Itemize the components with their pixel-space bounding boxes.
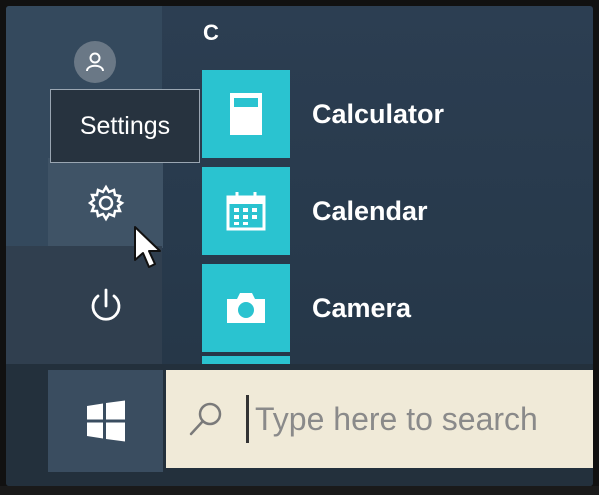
app-list: Calculator Calendar Camera [202, 70, 593, 376]
monitor-bezel [0, 486, 599, 495]
app-tile [202, 167, 290, 255]
windows-logo-icon [86, 400, 125, 442]
gear-icon [87, 184, 124, 222]
app-tile [202, 70, 290, 158]
app-item-camera[interactable]: Camera [202, 264, 593, 352]
app-label: Camera [312, 292, 412, 323]
app-group-letter[interactable]: C [203, 20, 219, 46]
app-label: Calendar [312, 195, 428, 226]
calendar-icon [226, 192, 266, 231]
search-icon-wrap [166, 370, 246, 468]
app-item-calculator[interactable]: Calculator [202, 70, 593, 158]
app-tile [202, 264, 290, 352]
settings-tooltip: Settings [50, 89, 200, 163]
app-item-calendar[interactable]: Calendar [202, 167, 593, 255]
screen: Settings C Calculator Calendar Camera Ty… [6, 6, 593, 486]
taskbar [6, 364, 593, 486]
user-avatar-icon [86, 52, 104, 72]
search-input[interactable] [246, 395, 587, 443]
power-icon [91, 288, 120, 321]
app-label: Calculator [312, 98, 445, 129]
mouse-cursor-icon [134, 226, 161, 268]
power-button[interactable] [48, 272, 163, 342]
camera-icon [227, 293, 265, 323]
calculator-icon [230, 93, 262, 135]
start-button[interactable] [48, 370, 163, 472]
search-box[interactable] [166, 370, 593, 468]
search-icon [189, 402, 222, 436]
user-avatar-button[interactable] [74, 41, 116, 83]
